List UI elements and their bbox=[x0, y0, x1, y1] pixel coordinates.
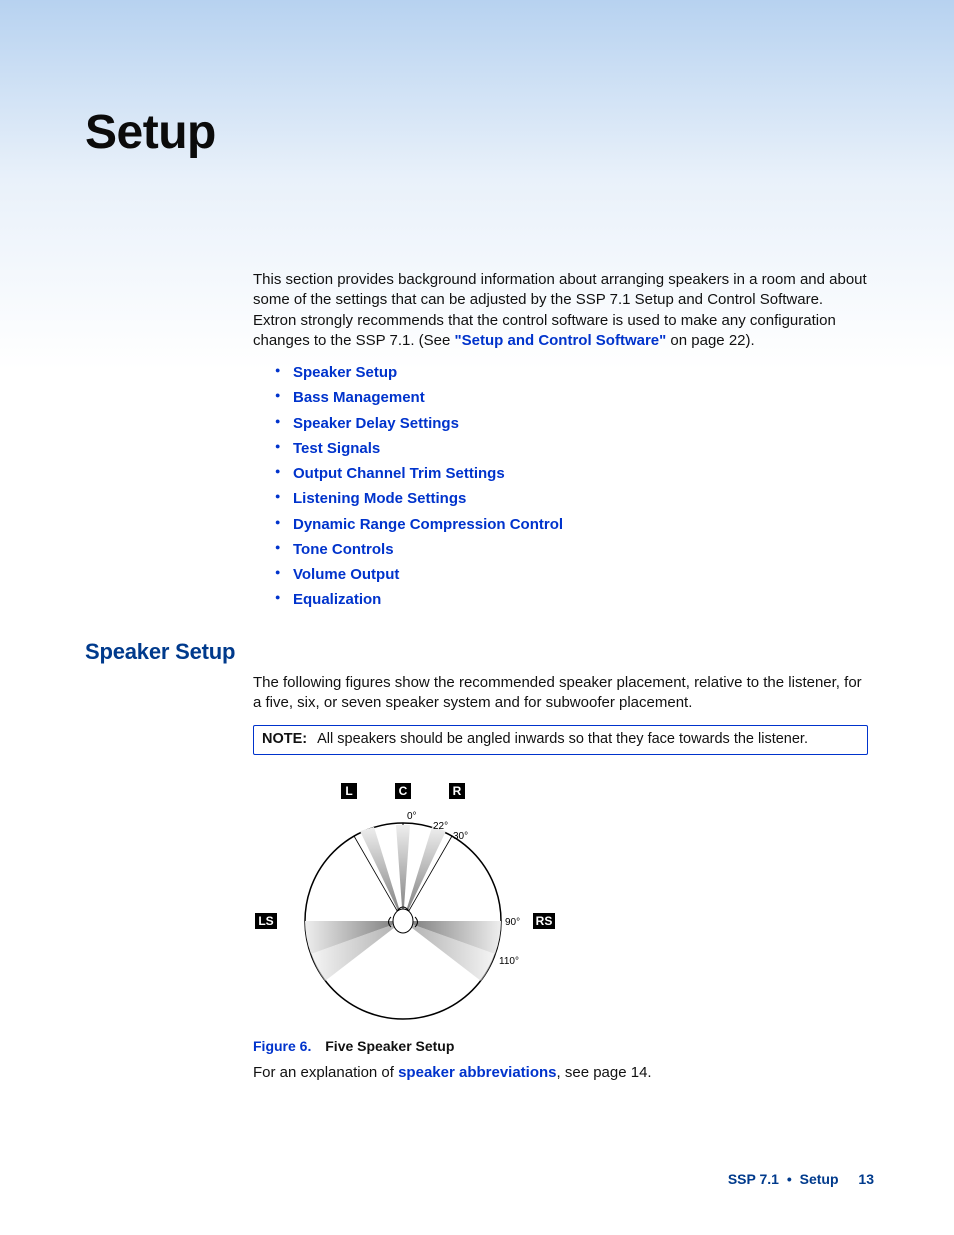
speaker-label-c: C bbox=[399, 784, 408, 798]
speaker-abbrev-link[interactable]: speaker abbreviations bbox=[398, 1064, 556, 1081]
list-item: Speaker Delay Settings bbox=[275, 414, 868, 434]
toc-link-speaker-delay[interactable]: Speaker Delay Settings bbox=[293, 415, 459, 432]
intro-text-post: on page 22). bbox=[666, 332, 754, 349]
angle-label-0: 0° bbox=[407, 811, 417, 822]
speaker-diagram-icon: L C R LS bbox=[243, 771, 583, 1031]
figure-title: Five Speaker Setup bbox=[325, 1038, 454, 1054]
toc-link-volume[interactable]: Volume Output bbox=[293, 566, 399, 583]
explanation-pre: For an explanation of bbox=[253, 1064, 398, 1081]
toc-link-eq[interactable]: Equalization bbox=[293, 591, 381, 608]
list-item: Equalization bbox=[275, 590, 868, 610]
angle-label-110: 110° bbox=[499, 956, 519, 967]
explanation-post: , see page 14. bbox=[557, 1064, 652, 1081]
toc-link-listening-mode[interactable]: Listening Mode Settings bbox=[293, 490, 466, 507]
toc-link-bass-management[interactable]: Bass Management bbox=[293, 389, 425, 406]
list-item: Tone Controls bbox=[275, 540, 868, 560]
content-area: Setup This section provides background i… bbox=[85, 105, 870, 1099]
list-item: Dynamic Range Compression Control bbox=[275, 515, 868, 535]
list-item: Listening Mode Settings bbox=[275, 489, 868, 509]
document-page: Setup This section provides background i… bbox=[0, 0, 954, 1235]
toc-link-speaker-setup[interactable]: Speaker Setup bbox=[293, 364, 397, 381]
speaker-label-ls: LS bbox=[258, 914, 273, 928]
toc-link-output-trim[interactable]: Output Channel Trim Settings bbox=[293, 465, 505, 482]
footer-section: Setup bbox=[800, 1171, 839, 1187]
angle-label-22: 22° bbox=[433, 821, 448, 832]
list-item: Output Channel Trim Settings bbox=[275, 464, 868, 484]
section-heading-speaker-setup: Speaker Setup bbox=[85, 639, 870, 665]
footer-page-number: 13 bbox=[858, 1171, 874, 1187]
note-box: NOTE: All speakers should be angled inwar… bbox=[253, 725, 868, 755]
figure-caption: Figure 6. Five Speaker Setup bbox=[253, 1037, 868, 1056]
toc-link-tone[interactable]: Tone Controls bbox=[293, 541, 394, 558]
figure-6: L C R LS bbox=[253, 771, 868, 1056]
list-item: Volume Output bbox=[275, 565, 868, 585]
speaker-label-l: L bbox=[345, 784, 352, 798]
intro-paragraph: This section provides background informa… bbox=[253, 270, 868, 351]
footer-separator: • bbox=[787, 1171, 792, 1187]
page-footer: SSP 7.1 • Setup 13 bbox=[728, 1171, 874, 1187]
angle-label-90: 90° bbox=[505, 917, 520, 928]
list-item: Speaker Setup bbox=[275, 363, 868, 383]
section-intro-paragraph: The following figures show the recommend… bbox=[253, 673, 868, 714]
toc-link-test-signals[interactable]: Test Signals bbox=[293, 440, 380, 457]
explanation-paragraph: For an explanation of speaker abbreviati… bbox=[253, 1063, 868, 1083]
section-body: The following figures show the recommend… bbox=[253, 673, 868, 1084]
speaker-label-r: R bbox=[453, 784, 462, 798]
toc-link-drc[interactable]: Dynamic Range Compression Control bbox=[293, 516, 563, 533]
list-item: Bass Management bbox=[275, 388, 868, 408]
figure-number: Figure 6. bbox=[253, 1038, 311, 1054]
note-text: All speakers should be angled inwards so… bbox=[317, 731, 808, 747]
setup-software-link[interactable]: "Setup and Control Software" bbox=[455, 332, 667, 349]
section-link-list: Speaker Setup Bass Management Speaker De… bbox=[253, 363, 868, 611]
intro-block: This section provides background informa… bbox=[253, 270, 868, 611]
page-title: Setup bbox=[85, 105, 870, 160]
note-label: NOTE: bbox=[262, 731, 307, 747]
footer-product: SSP 7.1 bbox=[728, 1171, 779, 1187]
list-item: Test Signals bbox=[275, 439, 868, 459]
speaker-label-rs: RS bbox=[536, 914, 553, 928]
angle-label-30: 30° bbox=[453, 831, 468, 842]
